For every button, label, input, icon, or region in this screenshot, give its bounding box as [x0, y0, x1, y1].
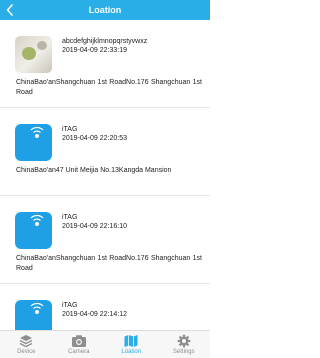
nav-bar: Loation: [0, 0, 210, 20]
tab-settings[interactable]: Settings: [158, 331, 211, 358]
tab-device[interactable]: Device: [0, 331, 53, 358]
page-title: Loation: [88, 5, 122, 15]
photo-thumbnail: [15, 36, 52, 73]
record-time: 2019-04-09 22:33:19: [62, 47, 127, 54]
record-address: ChinaBao'anShangchuan 1st RoadNo.176 Sha…: [16, 255, 202, 272]
record-thumbnail: [15, 124, 52, 161]
record-address: ChinaBao'an47 Unit Meijia No.13Kangda Ma…: [16, 167, 172, 174]
device-stack-icon: [19, 335, 33, 348]
tab-camera-label: Camera: [68, 349, 90, 355]
itag-device-icon: [15, 300, 52, 330]
tab-settings-label: Settings: [172, 349, 195, 355]
record-address: ChinaBao'anShangchuan 1st RoadNo.176 Sha…: [16, 79, 202, 96]
record-name: iTAG: [62, 214, 78, 221]
location-record[interactable]: iTAG 2019-04-09 22:14:12: [0, 284, 210, 330]
location-screen: Loation abcdefghijklmnopqrstyvwxz 2019-0…: [0, 0, 210, 358]
itag-device-icon: [15, 124, 52, 161]
tab-camera[interactable]: Camera: [53, 331, 106, 358]
location-record[interactable]: iTAG 2019-04-09 22:20:53 ChinaBao'an47 U…: [0, 108, 210, 196]
camera-icon: [71, 335, 86, 347]
record-thumbnail: [15, 212, 52, 249]
record-time: 2019-04-09 22:20:53: [62, 135, 127, 142]
map-icon: [124, 335, 138, 347]
tab-bar: Device Camera Loation Settings: [0, 330, 210, 358]
tab-device-label: Device: [17, 349, 36, 355]
gear-icon: [177, 334, 191, 348]
location-record[interactable]: iTAG 2019-04-09 22:16:10 ChinaBao'anShan…: [0, 196, 210, 284]
record-time: 2019-04-09 22:14:12: [62, 311, 127, 318]
record-thumbnail: [15, 300, 52, 330]
location-record-list[interactable]: abcdefghijklmnopqrstyvwxz 2019-04-09 22:…: [0, 20, 210, 330]
record-name: iTAG: [62, 302, 78, 309]
record-time: 2019-04-09 22:16:10: [62, 223, 127, 230]
record-name: abcdefghijklmnopqrstyvwxz: [62, 38, 148, 45]
tab-location-label: Loation: [121, 349, 142, 355]
record-thumbnail: [15, 36, 52, 73]
tab-location[interactable]: Loation: [105, 331, 158, 358]
record-name: iTAG: [62, 126, 78, 133]
itag-device-icon: [15, 212, 52, 249]
location-record[interactable]: abcdefghijklmnopqrstyvwxz 2019-04-09 22:…: [0, 20, 210, 108]
